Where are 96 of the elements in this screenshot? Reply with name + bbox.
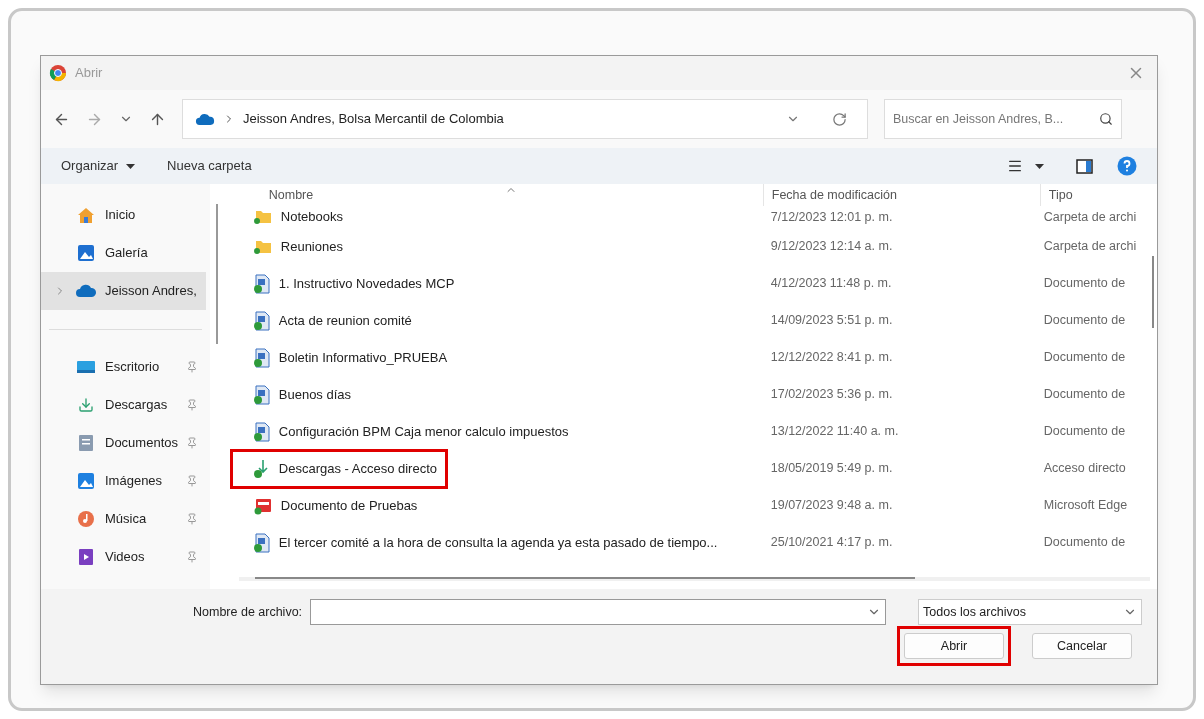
file-name-cell[interactable]: Configuración BPM Caja menor calculo impuestos [238,414,577,449]
date-cell-text: 12/12/2022 8:41 p. m. [769,349,894,367]
file-name-cell[interactable]: Boletin Informativo_PRUEBA [238,340,456,375]
date-cell-text: 7/12/2023 12:01 p. m. [769,208,894,226]
music-icon [77,510,95,528]
search-icon[interactable] [1099,112,1113,126]
refresh-icon[interactable] [832,111,847,127]
pin-icon [186,361,198,373]
help-icon[interactable] [1117,156,1137,176]
sidebar-item[interactable]: Videos [41,538,206,576]
file-name-cell[interactable]: Descargas - Acceso directo [232,451,445,486]
download-shortcut-icon [252,458,271,479]
type-cell-text: Documento de [1042,423,1127,441]
toolbar-button[interactable]: Organizar [61,156,136,176]
horizontal-scrollbar[interactable] [238,577,1150,581]
scrollbar-thumb[interactable] [254,577,915,579]
browser-logo-icon [49,64,67,82]
address-bar[interactable]: Jeisson Andres, Bolsa Mercantil de Colombia [182,99,868,139]
house-icon [76,206,96,224]
preview-pane-icon[interactable] [1076,158,1093,174]
document-icon [252,421,271,442]
pin-icon [186,437,198,449]
video-icon [78,548,94,566]
view-menu-icon[interactable] [1007,158,1023,174]
sidebar-label[interactable]: Música [105,509,178,529]
document-icon [252,310,271,331]
date-cell-text: 9/12/2023 12:14 a. m. [769,238,894,256]
sidebar-label[interactable]: Imágenes [105,471,178,491]
type-cell-text: Documento de [1042,275,1127,293]
sidebar-item[interactable]: Música [41,500,206,538]
sidebar-label[interactable]: Documentos [105,433,178,453]
file-type-dropdown[interactable]: Todos los archivos [918,599,1143,625]
type-cell-text: Carpeta de archi [1042,238,1138,256]
download-icon [78,397,94,413]
sidebar-label[interactable]: Escritorio [105,357,178,377]
type-cell-text: Documento de [1042,534,1127,552]
type-cell-text: Carpeta de archi [1042,208,1138,226]
date-cell-text: 25/10/2021 4:17 p. m. [769,534,894,552]
sidebar-label[interactable]: Videos [105,547,178,567]
file-name-label: Nombre de archivo: [193,603,303,621]
sidebar-item[interactable]: Galería [41,234,206,272]
column-header[interactable]: Fecha de modificación [762,184,1040,206]
picture-icon [77,472,95,490]
caret-icon[interactable] [1035,163,1044,169]
document-icon [252,384,271,405]
search-input[interactable]: Buscar en Jeisson Andres, B... [893,109,1091,129]
date-cell-text: 14/09/2023 5:51 p. m. [769,312,894,330]
folder-icon [252,238,273,255]
dialog-button[interactable]: Cancelar [1032,633,1132,660]
date-cell-text: 19/07/2023 9:48 a. m. [769,497,894,515]
document-icon [252,532,271,553]
type-cell-text: Microsoft Edge [1042,497,1129,515]
window-title: Abrir [75,64,103,83]
folder-icon [252,209,273,225]
sidebar-item[interactable]: Imágenes [41,462,206,500]
sidebar-item[interactable]: Descargas [41,386,206,424]
column-header[interactable]: Tipo [1039,184,1150,206]
type-cell-text: Documento de [1042,349,1127,367]
file-name-field[interactable] [310,599,887,625]
sidebar-item[interactable]: Documentos [41,424,206,462]
file-name-cell[interactable]: Buenos días [238,377,360,412]
document-icon [252,347,271,368]
pdf-icon [252,496,273,515]
address-path[interactable]: Jeisson Andres, Bolsa Mercantil de Colombia [243,109,504,129]
date-cell-text: 18/05/2019 5:49 p. m. [769,460,894,478]
pin-icon [186,551,198,563]
pin-icon [186,399,198,411]
date-cell-text: 13/12/2022 11:40 a. m. [769,423,900,441]
type-cell-text: Documento de [1042,386,1127,404]
pin-icon [186,475,198,487]
date-cell-text: 17/02/2023 5:36 p. m. [769,386,894,404]
sidebar-label[interactable]: Inicio [105,205,198,225]
search-field[interactable]: Buscar en Jeisson Andres, B... [884,99,1122,139]
sidebar-item[interactable]: Jeisson Andres, [41,272,206,310]
cloud-icon [195,112,215,126]
desktop-icon [76,359,96,375]
sidebar-label[interactable]: Descargas [105,395,178,415]
type-cell-text: Acceso directo [1042,460,1127,478]
pin-icon [186,513,198,525]
file-name-cell[interactable]: Documento de Pruebas [238,488,426,523]
sidebar-item[interactable]: Inicio [41,196,206,234]
document-icon [78,434,94,452]
dialog-button[interactable]: Abrir [904,633,1004,660]
file-name-cell[interactable]: Acta de reunion comité [238,303,420,338]
file-name-cell[interactable]: 1. Instructivo Novedades MCP [238,266,463,301]
cloud-icon [75,284,97,298]
document-icon [252,273,271,294]
scrollbar-thumb[interactable] [1152,256,1155,328]
date-cell-text: 4/12/2023 11:48 p. m. [769,275,893,293]
sidebar-item[interactable]: Escritorio [41,348,206,386]
file-name-cell[interactable]: El tercer comité a la hora de consulta la agenda ya esta pasado de tiempo... [238,525,726,560]
sidebar-label[interactable]: Jeisson Andres, [105,281,198,301]
type-cell-text: Documento de [1042,312,1127,330]
picture-icon [77,244,95,262]
sidebar-label[interactable]: Galería [105,243,198,263]
toolbar-button[interactable]: Nueva carpeta [167,156,252,176]
